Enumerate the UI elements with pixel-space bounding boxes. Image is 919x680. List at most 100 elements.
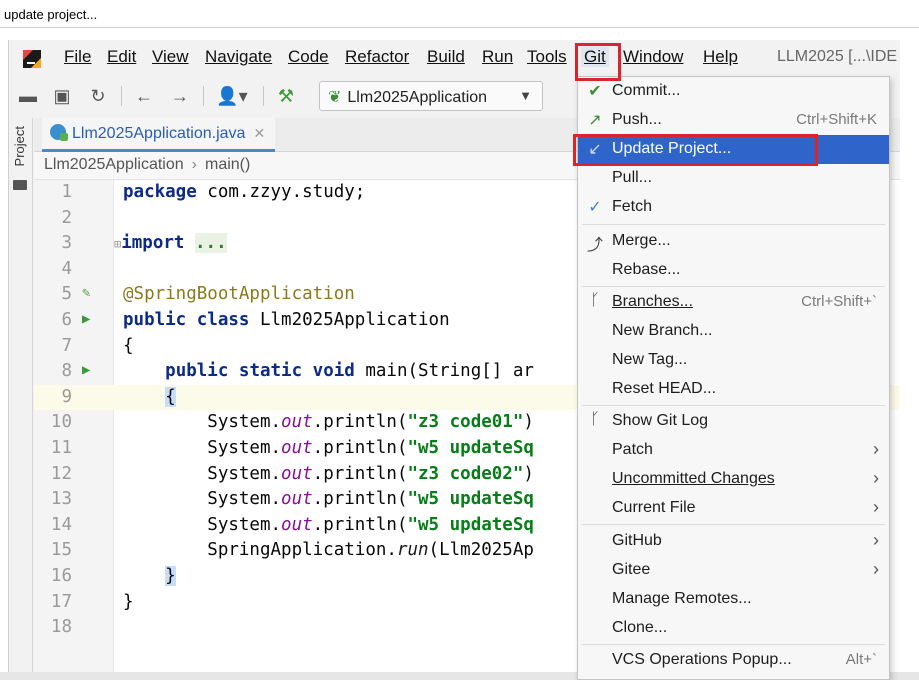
toolbar-separator bbox=[263, 86, 264, 106]
window-caption: update project... bbox=[0, 0, 919, 28]
line-number: 7 bbox=[61, 335, 72, 356]
menu-item-rebase[interactable]: Rebase... bbox=[578, 256, 889, 285]
user-dropdown-icon[interactable]: 👤▾ bbox=[215, 85, 249, 107]
menu-run[interactable]: Run bbox=[482, 47, 513, 67]
menu-refactor[interactable]: Refactor bbox=[345, 47, 409, 67]
menu-item-push[interactable]: ↗ Push... Ctrl+Shift+K bbox=[578, 106, 889, 135]
menu-item-uncommitted-changes[interactable]: Uncommitted Changes › bbox=[578, 465, 889, 494]
code-text: } bbox=[123, 591, 134, 612]
line-number: 2 bbox=[61, 207, 72, 228]
menu-item-label: Clone... bbox=[612, 619, 668, 636]
menu-item-shortcut: Alt+` bbox=[845, 651, 877, 668]
menu-build[interactable]: Build bbox=[427, 47, 465, 67]
code-text: public static void main(String[] ar bbox=[165, 361, 534, 382]
run-config-select[interactable]: ❦ Llm2025Application ▼ bbox=[319, 81, 543, 111]
menu-edit[interactable]: Edit bbox=[107, 47, 136, 67]
menu-item-new-branch[interactable]: New Branch... bbox=[578, 317, 889, 346]
tab-llm2025application-java[interactable]: Llm2025Application.java ✕ bbox=[42, 118, 276, 152]
chevron-right-icon: › bbox=[873, 497, 879, 517]
spring-leaf-icon: ❦ bbox=[328, 89, 342, 106]
line-number: 13 bbox=[50, 489, 72, 510]
menu-item-label: Patch bbox=[612, 441, 653, 458]
build-hammer-icon[interactable]: ⚒ bbox=[275, 85, 297, 107]
menu-item-pull[interactable]: Pull... bbox=[578, 164, 889, 193]
menu-view[interactable]: View bbox=[152, 47, 189, 67]
run-gutter-icon[interactable]: ▶ bbox=[82, 311, 90, 327]
code-text: ⊞import ... bbox=[114, 233, 227, 254]
line-number: 1 bbox=[61, 182, 72, 202]
menu-item-new-tag[interactable]: New Tag... bbox=[578, 346, 889, 375]
update-project-highlight-box bbox=[573, 134, 818, 166]
code-text: public class Llm2025Application bbox=[123, 310, 450, 330]
line-number: 5 bbox=[61, 284, 72, 305]
menu-item-gitee[interactable]: Gitee › bbox=[578, 556, 889, 585]
line-number: 4 bbox=[61, 258, 72, 279]
menu-item-current-file[interactable]: Current File › bbox=[578, 494, 889, 523]
open-folder-icon[interactable]: ▬ bbox=[17, 85, 39, 107]
run-config-label: Llm2025Application bbox=[347, 89, 488, 106]
menu-item-manage-remotes[interactable]: Manage Remotes... bbox=[578, 585, 889, 614]
menu-item-show-git-log[interactable]: ᚴ Show Git Log bbox=[578, 407, 889, 436]
save-icon[interactable]: ▣ bbox=[51, 85, 73, 107]
menu-item-label: VCS Operations Popup... bbox=[612, 651, 792, 668]
menu-item-label: Fetch bbox=[612, 198, 653, 215]
menu-item-label: Rebase... bbox=[612, 261, 681, 278]
sync-icon[interactable]: ↻ bbox=[87, 85, 109, 107]
line-number: 6 bbox=[61, 310, 72, 330]
back-arrow-icon[interactable]: ← bbox=[133, 85, 155, 107]
line-number: 3 bbox=[61, 233, 72, 254]
line-number: 16 bbox=[50, 566, 72, 586]
menu-navigate[interactable]: Navigate bbox=[205, 47, 272, 67]
code-text: } bbox=[165, 566, 176, 586]
code-text: { bbox=[123, 335, 134, 356]
line-number: 9 bbox=[61, 386, 72, 407]
intellij-logo-icon bbox=[23, 50, 41, 68]
menu-help[interactable]: Help bbox=[703, 47, 738, 67]
code-text: System.out.println("w5 updateSq bbox=[123, 489, 534, 510]
chevron-down-icon: ▼ bbox=[519, 88, 532, 103]
menu-item-github[interactable]: GitHub › bbox=[578, 527, 889, 556]
project-tool-tab[interactable]: Project bbox=[12, 126, 30, 166]
menu-item-patch[interactable]: Patch › bbox=[578, 436, 889, 465]
menu-item-branches[interactable]: ᚴ Branches... Ctrl+Shift+` bbox=[578, 288, 889, 317]
run-gutter-icon[interactable]: ▶ bbox=[82, 362, 90, 378]
forward-arrow-icon[interactable]: → bbox=[169, 85, 191, 107]
chevron-right-icon: › bbox=[873, 559, 879, 579]
menu-item-fetch[interactable]: ✓ Fetch bbox=[578, 193, 889, 222]
line-number: 17 bbox=[50, 591, 72, 612]
spring-bean-icon[interactable]: ✎ bbox=[82, 285, 90, 301]
project-title: LLM2025 [...\IDE bbox=[777, 48, 898, 65]
menu-item-label: New Branch... bbox=[612, 322, 713, 339]
branch-icon: ᚴ bbox=[590, 292, 600, 309]
code-text: @SpringBootApplication bbox=[123, 284, 355, 305]
menu-item-clone[interactable]: Clone... bbox=[578, 614, 889, 643]
java-class-icon bbox=[50, 124, 68, 141]
breadcrumb-class[interactable]: Llm2025Application bbox=[44, 156, 184, 173]
code-text: System.out.println("z3 code01") bbox=[123, 412, 534, 433]
fetch-icon: ✓ bbox=[588, 199, 602, 216]
menu-window[interactable]: Window bbox=[623, 47, 683, 67]
menu-item-reset-head[interactable]: Reset HEAD... bbox=[578, 375, 889, 404]
menu-item-vcs-operations-popup[interactable]: VCS Operations Popup... Alt+` bbox=[578, 646, 889, 675]
menu-code[interactable]: Code bbox=[288, 47, 329, 67]
line-number: 18 bbox=[50, 617, 72, 638]
menu-item-shortcut: Ctrl+Shift+K bbox=[796, 111, 877, 128]
close-icon[interactable]: ✕ bbox=[253, 125, 265, 141]
menu-file[interactable]: File bbox=[64, 47, 91, 67]
menu-item-label: Commit... bbox=[612, 82, 681, 99]
breadcrumb-method[interactable]: main() bbox=[205, 156, 250, 173]
toolbar-separator bbox=[203, 86, 204, 106]
check-icon: ✔ bbox=[588, 83, 602, 100]
branch-icon: ᚴ bbox=[590, 411, 600, 428]
menu-item-label: GitHub bbox=[612, 532, 662, 549]
code-text: System.out.println("w5 updateSq bbox=[123, 438, 534, 458]
menu-item-commit[interactable]: ✔ Commit... bbox=[578, 77, 889, 106]
merge-icon: ⤴ bbox=[586, 237, 603, 254]
line-number: 8 bbox=[61, 361, 72, 382]
menu-item-merge[interactable]: ⤴ Merge... bbox=[578, 227, 889, 256]
menu-separator bbox=[582, 224, 885, 225]
line-number: 10 bbox=[50, 412, 72, 433]
line-number: 12 bbox=[50, 463, 72, 484]
menu-separator bbox=[582, 524, 885, 525]
menu-tools[interactable]: Tools bbox=[527, 47, 567, 67]
